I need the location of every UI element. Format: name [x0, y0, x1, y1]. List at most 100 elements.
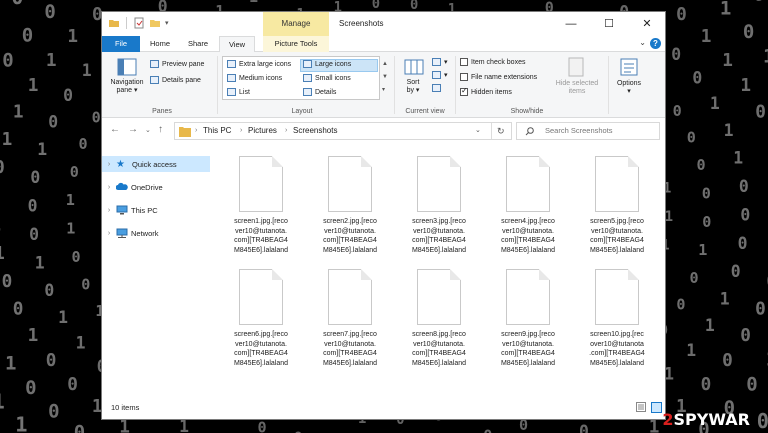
add-columns-icon — [432, 71, 441, 79]
back-arrow-icon[interactable]: ← — [110, 124, 120, 135]
file-name-line: M845E6].lalaland — [322, 359, 378, 367]
file-item[interactable]: screen5.jpg.[reco ver10@tutanota. com][TR4… — [577, 156, 657, 255]
help-icon[interactable]: ? — [650, 38, 661, 49]
layout-medium-icons[interactable]: Medium icons — [227, 74, 282, 82]
blank-file-icon — [506, 269, 550, 325]
hide-selected-items-button[interactable]: Hide selected items — [554, 80, 600, 96]
file-name-line: com][TR4BEAG4 — [412, 350, 466, 357]
file-item[interactable]: screen6.jpg.[reco ver10@tutanota. com][TR4… — [221, 269, 301, 368]
file-item[interactable]: screen2.jpg.[reco ver10@tutanota. com][TR4… — [310, 156, 390, 255]
large-icons-view-icon[interactable] — [651, 402, 662, 413]
navigation-pane-icon[interactable] — [117, 58, 137, 76]
file-item[interactable]: screen7.jpg.[reco ver10@tutanota. com][TR4… — [310, 269, 390, 368]
group-by-button[interactable]: ▾ — [432, 58, 448, 66]
blank-file-icon — [506, 156, 550, 212]
customize-qat-icon[interactable]: ▾ — [165, 19, 169, 27]
file-name-line: com][TR4BEAG4 — [234, 350, 288, 357]
file-name-line: M845E6].lalaland — [589, 359, 645, 367]
layout-small-icons[interactable]: Small icons — [303, 74, 351, 82]
tab-picture-tools[interactable]: Picture Tools — [263, 36, 329, 52]
blank-file-icon — [417, 269, 461, 325]
navigation-pane-button[interactable]: Navigation pane ▾ — [106, 79, 148, 95]
star-icon: ★ — [116, 158, 125, 170]
ribbon-divider — [455, 56, 456, 114]
file-item[interactable]: screen9.jpg.[reco ver10@tutanota. com][TR4… — [488, 269, 568, 368]
sort-by-icon[interactable] — [404, 58, 424, 76]
expand-chevron-icon[interactable]: › — [102, 207, 116, 214]
search-box[interactable]: Search Screenshots — [516, 122, 660, 140]
file-name: screen5.jpg.[reco ver10@tutanota. com][TR4… — [577, 217, 657, 255]
close-button[interactable]: ✕ — [628, 12, 665, 36]
file-name-line: M845E6].lalaland — [411, 246, 467, 254]
file-name-line: screen7.jpg.[reco — [323, 331, 377, 338]
file-name-line: ver10@tutanota. — [591, 227, 643, 235]
file-item[interactable]: screen8.jpg.[reco ver10@tutanota. com][TR4… — [399, 269, 479, 368]
hidden-items-toggle[interactable]: Hidden items — [460, 86, 512, 96]
file-item[interactable]: screen4.jpg.[reco ver10@tutanota. com][TR4… — [488, 156, 568, 255]
preview-pane-button[interactable]: Preview pane — [150, 60, 204, 68]
options-button[interactable]: Options ▾ — [611, 80, 647, 96]
expand-chevron-icon[interactable]: › — [102, 161, 116, 168]
new-folder-icon[interactable] — [149, 17, 161, 29]
sidebar-item-this-pc[interactable]: › This PC — [102, 202, 210, 218]
maximize-button[interactable]: ☐ — [590, 12, 628, 36]
large-icons-icon — [303, 60, 312, 68]
file-name-line: ver10@tutanota. — [324, 227, 376, 235]
tab-home[interactable]: Home — [143, 36, 177, 52]
blank-file-icon — [328, 269, 372, 325]
tab-file[interactable]: File — [102, 36, 140, 52]
file-item[interactable]: screen10.jpg.[rec over10@tutanota .com][TR… — [577, 269, 657, 368]
file-name: screen2.jpg.[reco ver10@tutanota. com][TR4… — [310, 217, 390, 255]
forward-arrow-icon[interactable]: → — [128, 124, 138, 135]
tab-view[interactable]: View — [219, 36, 255, 53]
item-check-boxes-toggle[interactable]: Item check boxes — [460, 58, 525, 66]
file-item[interactable]: screen3.jpg.[reco ver10@tutanota. com][TR4… — [399, 156, 479, 255]
file-name-line: com][TR4BEAG4 — [501, 237, 555, 244]
size-columns-icon — [432, 84, 441, 92]
ribbon-divider — [608, 56, 609, 114]
breadcrumb-pictures[interactable]: Pictures — [248, 123, 277, 139]
window-title: Screenshots — [339, 19, 384, 28]
refresh-icon[interactable]: ↻ — [497, 123, 505, 139]
up-arrow-icon[interactable]: ↑ — [158, 124, 163, 135]
recent-locations-chevron-icon[interactable]: ⌄ — [145, 126, 151, 134]
manage-context-tab[interactable]: Manage — [263, 12, 329, 36]
sidebar-item-network[interactable]: › Network — [102, 225, 210, 241]
address-bar[interactable]: › This PC › Pictures › Screenshots ⌄ ↻ — [174, 122, 512, 140]
size-columns-button[interactable] — [432, 84, 441, 92]
file-name-line: ver10@tutanota. — [413, 340, 465, 348]
layout-details[interactable]: Details — [303, 88, 336, 96]
properties-icon[interactable] — [133, 17, 145, 29]
breadcrumb-separator-icon: › — [285, 127, 288, 134]
details-pane-button[interactable]: Details pane — [150, 76, 201, 84]
file-name: screen3.jpg.[reco ver10@tutanota. com][TR4… — [399, 217, 479, 255]
expand-chevron-icon[interactable]: › — [102, 230, 116, 237]
address-dropdown-chevron-icon[interactable]: ⌄ — [475, 123, 481, 139]
sidebar-item-quick-access[interactable]: › ★ Quick access — [102, 156, 210, 172]
file-name-line: ver10@tutanota. — [502, 227, 554, 235]
file-name-line: screen8.jpg.[reco — [412, 331, 466, 338]
sort-by-button[interactable]: Sort by ▾ — [398, 79, 428, 95]
options-icon[interactable] — [619, 57, 639, 77]
expand-chevron-icon[interactable]: › — [102, 184, 116, 191]
breadcrumb-this-pc[interactable]: This PC — [203, 123, 231, 139]
layout-list[interactable]: List — [227, 88, 250, 96]
layout-large-icons[interactable]: Large icons — [303, 60, 351, 68]
add-columns-button[interactable]: ▾ — [432, 71, 448, 79]
sidebar-item-onedrive[interactable]: › OneDrive — [102, 179, 210, 195]
file-name-line: ver10@tutanota. — [502, 340, 554, 348]
tab-share[interactable]: Share — [181, 36, 215, 52]
breadcrumb-separator-icon: › — [195, 127, 198, 134]
file-item[interactable]: screen1.jpg.[reco ver10@tutanota. com][TR4… — [221, 156, 301, 255]
details-view-icon[interactable] — [636, 402, 646, 412]
sidebar-item-label: This PC — [131, 205, 158, 215]
watermark-prefix: 2 — [662, 410, 674, 429]
minimize-button[interactable]: — — [552, 12, 590, 36]
details-pane-icon — [150, 76, 159, 84]
layout-scroll-arrows[interactable]: ▲ ▼ ▾ — [382, 58, 388, 97]
chevron-down-icon[interactable]: ⌄ — [639, 38, 646, 47]
file-name-extensions-toggle[interactable]: File name extensions — [460, 73, 537, 81]
breadcrumb-screenshots[interactable]: Screenshots — [293, 123, 337, 139]
watermark-logo: 2SPYWAR — [662, 410, 750, 429]
layout-extra-large-icons[interactable]: Extra large icons — [227, 60, 291, 68]
